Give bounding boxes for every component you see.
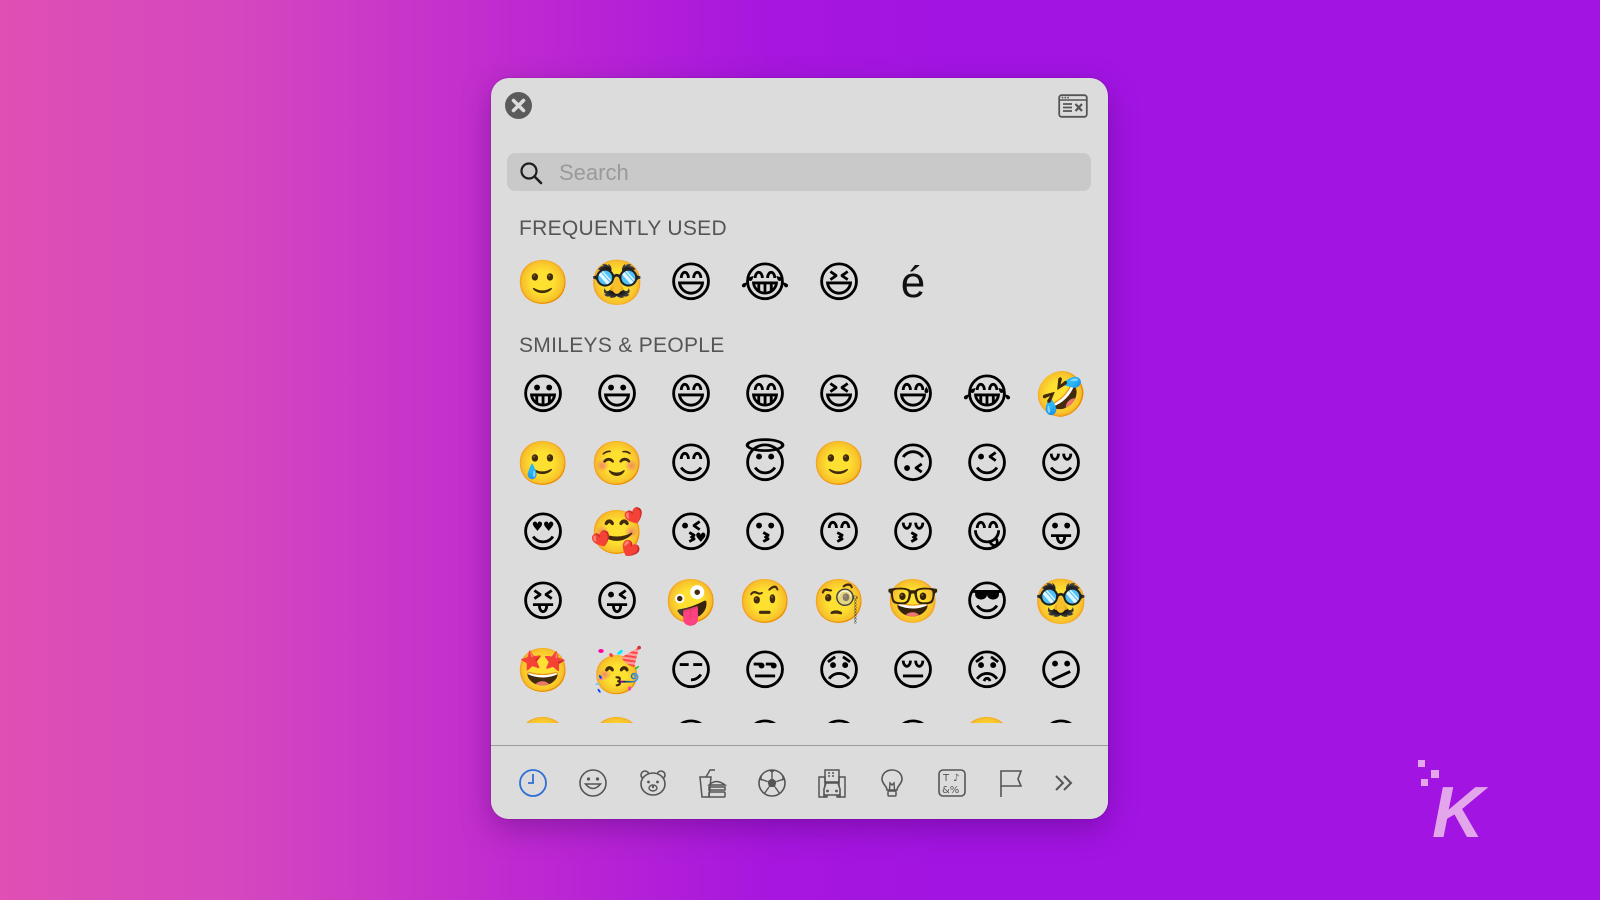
emoji-unamused-face[interactable]: 😒 bbox=[737, 643, 793, 699]
emoji-slightly-frowning-face[interactable]: 🙁 bbox=[515, 712, 571, 723]
emoji-disguised-face[interactable]: 🥸 bbox=[1033, 574, 1089, 630]
emoji-grinning-face-with-sweat[interactable]: 😅 bbox=[885, 367, 941, 423]
watermark-letter: K bbox=[1432, 773, 1489, 845]
tab-smileys-people[interactable] bbox=[573, 763, 613, 803]
tab-food-drink[interactable] bbox=[692, 763, 732, 803]
knowtechie-logo: K bbox=[1410, 755, 1500, 853]
tab-travel-places[interactable] bbox=[812, 763, 852, 803]
emoji-grinning-face[interactable]: 😀 bbox=[515, 367, 571, 423]
emoji-persevering-face[interactable]: 😣 bbox=[663, 712, 719, 723]
emoji-smiling-face-with-halo[interactable]: 😇 bbox=[737, 436, 793, 492]
emoji-smiling-face-with-hearts[interactable]: 🥰 bbox=[589, 505, 645, 561]
tab-flags[interactable] bbox=[991, 763, 1031, 803]
emoji-rolling-on-floor-laughing[interactable]: 🤣 bbox=[1033, 367, 1089, 423]
emoji-tired-face[interactable]: 😫 bbox=[811, 712, 867, 723]
emoji-face-with-tears-of-joy[interactable]: 😂 bbox=[959, 367, 1015, 423]
lightbulb-icon bbox=[881, 769, 903, 797]
burger-drink-icon bbox=[699, 769, 728, 798]
emoji-slightly-smiling-face[interactable]: 🙂 bbox=[515, 255, 571, 311]
emoji-latin-small-letter-e-acute[interactable]: é bbox=[885, 255, 941, 311]
emoji-upside-down-face[interactable]: 🙃 bbox=[885, 436, 941, 492]
emoji-beaming-face[interactable]: 😁 bbox=[737, 367, 793, 423]
svg-text:&%: &% bbox=[942, 785, 959, 796]
emoji-face-with-tears-of-joy[interactable]: 😂 bbox=[737, 255, 793, 311]
emoji-grinning-squinting-face[interactable]: 😆 bbox=[811, 367, 867, 423]
emoji-grinning-squinting-face[interactable]: 😆 bbox=[811, 255, 867, 311]
bear-icon bbox=[640, 770, 666, 796]
tab-frequently-used[interactable] bbox=[513, 763, 553, 803]
emoji-disappointed-face[interactable]: 😞 bbox=[811, 643, 867, 699]
emoji-pensive-face[interactable]: 😔 bbox=[885, 643, 941, 699]
emoji-kissing-face-with-smiling-eyes[interactable]: 😙 bbox=[811, 505, 867, 561]
emoji-relieved-face[interactable]: 😌 bbox=[1033, 436, 1089, 492]
tab-symbols[interactable]: T ♪ &% bbox=[932, 763, 972, 803]
section-title-frequently-used: FREQUENTLY USED bbox=[519, 217, 727, 240]
emoji-smiling-face-with-heart-eyes[interactable]: 😍 bbox=[515, 505, 571, 561]
double-chevron-right-icon bbox=[1055, 775, 1073, 791]
emoji-grinning-face-with-big-eyes[interactable]: 😃 bbox=[589, 367, 645, 423]
emoji-slightly-smiling-face[interactable]: 🙂 bbox=[811, 436, 867, 492]
search-input[interactable] bbox=[557, 153, 1081, 193]
emoji-face-with-tongue[interactable]: 😛 bbox=[1033, 505, 1089, 561]
emoji-star-struck[interactable]: 🤩 bbox=[515, 643, 571, 699]
search-icon bbox=[520, 162, 543, 185]
emoji-smiling-face[interactable]: ☺️ bbox=[589, 436, 645, 492]
emoji-face-savoring-food[interactable]: 😋 bbox=[959, 505, 1015, 561]
emoji-smiling-face-with-tear[interactable]: 🥲 bbox=[515, 436, 571, 492]
category-tab-bar: T ♪ &% bbox=[491, 746, 1108, 819]
soccer-ball-icon bbox=[758, 769, 786, 797]
emoji-worried-face[interactable]: 😟 bbox=[959, 643, 1015, 699]
emoji-kissing-face-with-closed-eyes[interactable]: 😚 bbox=[885, 505, 941, 561]
emoji-frowning-face[interactable]: ☹️ bbox=[589, 712, 645, 723]
emoji-face-with-monocle[interactable]: 🧐 bbox=[811, 574, 867, 630]
emoji-confounded-face[interactable]: 😖 bbox=[737, 712, 793, 723]
emoji-face-blowing-a-kiss[interactable]: 😘 bbox=[663, 505, 719, 561]
emoji-face-with-raised-eyebrow[interactable]: 🤨 bbox=[737, 574, 793, 630]
close-icon bbox=[511, 98, 526, 113]
character-viewer-icon bbox=[1058, 94, 1088, 118]
section-title-smileys-people: SMILEYS & PEOPLE bbox=[519, 334, 725, 357]
emoji-smirking-face[interactable]: 😏 bbox=[663, 643, 719, 699]
emoji-squinting-face-with-tongue[interactable]: 😝 bbox=[515, 574, 571, 630]
emoji-crying-face[interactable]: 😢 bbox=[1033, 712, 1089, 723]
emoji-weary-face[interactable]: 😩 bbox=[885, 712, 941, 723]
emoji-pleading-face[interactable]: 🥺 bbox=[959, 712, 1015, 723]
emoji-confused-face[interactable]: 😕 bbox=[1033, 643, 1089, 699]
character-viewer-button[interactable] bbox=[1058, 94, 1088, 118]
symbols-icon: T ♪&% bbox=[938, 769, 966, 797]
emoji-scroll-area[interactable]: FREQUENTLY USED 🙂 🥸 😄 😂 😆 é SMILEYS & PEOPLE … bbox=[491, 203, 1108, 723]
emoji-zany-face[interactable]: 🤪 bbox=[663, 574, 719, 630]
emoji-grinning-face-with-smiling-eyes[interactable]: 😄 bbox=[663, 367, 719, 423]
car-building-icon bbox=[818, 769, 846, 798]
close-button[interactable] bbox=[505, 92, 532, 119]
tab-activity[interactable] bbox=[752, 763, 792, 803]
clock-icon bbox=[519, 769, 547, 797]
emoji-nerd-face[interactable]: 🤓 bbox=[885, 574, 941, 630]
emoji-disguised-face[interactable]: 🥸 bbox=[589, 255, 645, 311]
emoji-grinning-face-with-smiling-eyes[interactable]: 😄 bbox=[663, 255, 719, 311]
emoji-smiling-face-with-smiling-eyes[interactable]: 😊 bbox=[663, 436, 719, 492]
emoji-kissing-face[interactable]: 😗 bbox=[737, 505, 793, 561]
emoji-smiling-face-with-sunglasses[interactable]: 😎 bbox=[959, 574, 1015, 630]
search-field[interactable] bbox=[507, 153, 1091, 193]
tab-animals-nature[interactable] bbox=[633, 763, 673, 803]
tab-more[interactable] bbox=[1044, 763, 1084, 803]
svg-text:T: T bbox=[942, 773, 950, 784]
tab-objects[interactable] bbox=[872, 763, 912, 803]
emoji-winking-face-with-tongue[interactable]: 😜 bbox=[589, 574, 645, 630]
emoji-partying-face[interactable]: 🥳 bbox=[589, 643, 645, 699]
emoji-picker-panel: FREQUENTLY USED 🙂🥸😄😂😆é SMILEYS & PEOPLE … bbox=[491, 78, 1108, 819]
svg-text:♪: ♪ bbox=[953, 773, 959, 784]
flag-icon bbox=[1000, 770, 1023, 797]
smiley-icon bbox=[579, 769, 607, 797]
emoji-winking-face[interactable]: 😉 bbox=[959, 436, 1015, 492]
